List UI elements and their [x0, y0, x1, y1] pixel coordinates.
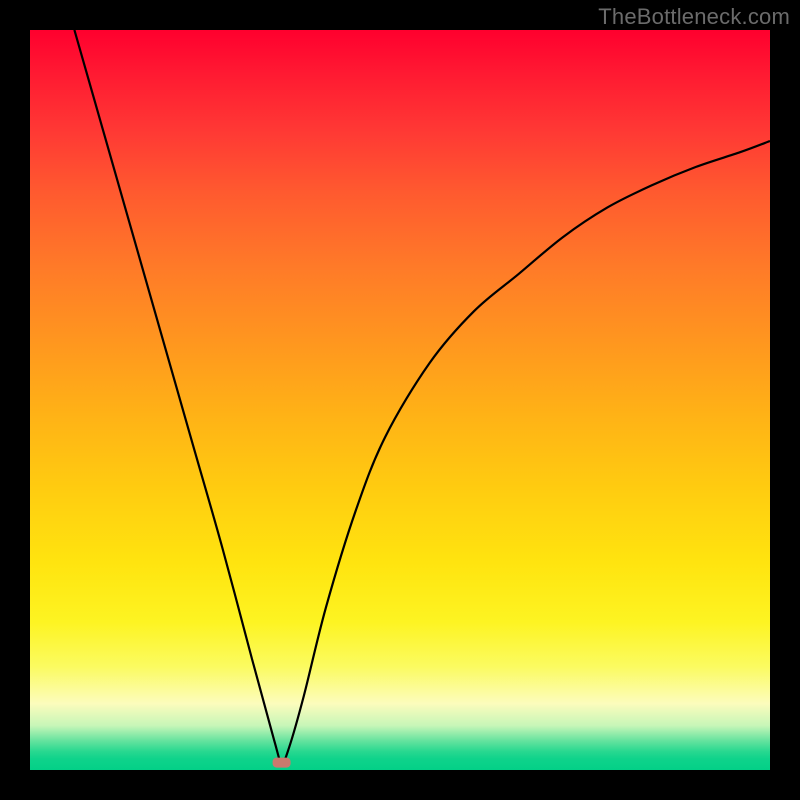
plot-area [30, 30, 770, 770]
chart-svg [30, 30, 770, 770]
minimum-marker [273, 758, 291, 768]
chart-frame: TheBottleneck.com [0, 0, 800, 800]
watermark-text: TheBottleneck.com [598, 4, 790, 30]
bottleneck-curve [74, 30, 770, 763]
